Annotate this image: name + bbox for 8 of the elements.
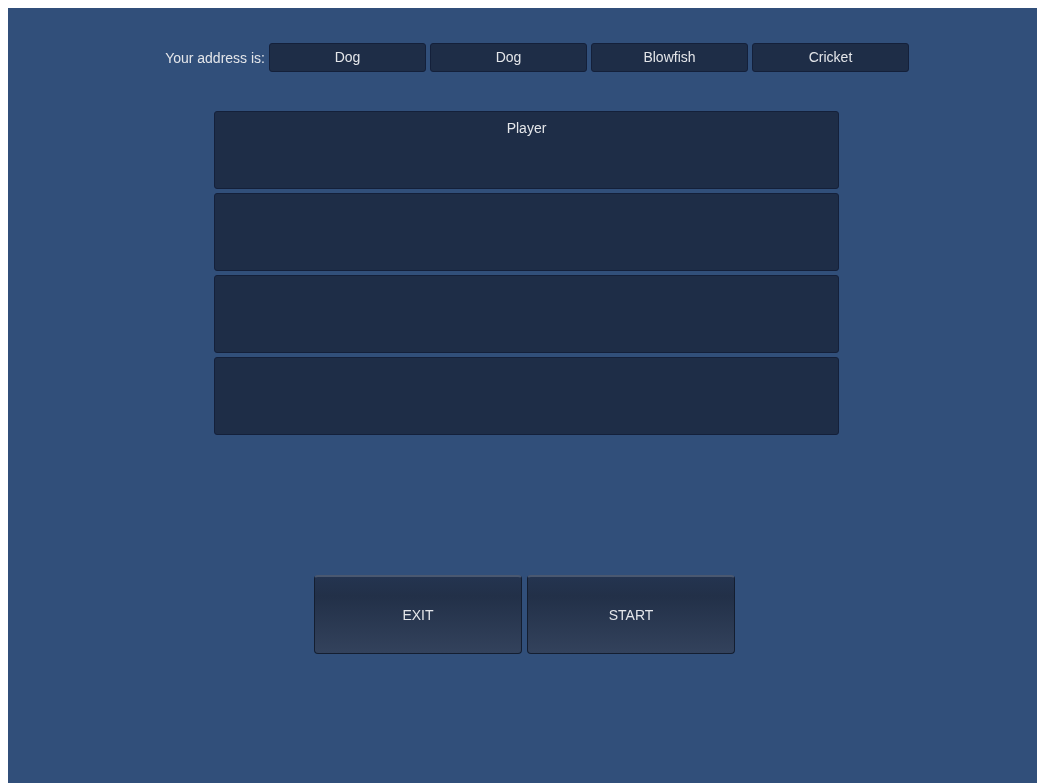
address-word: Dog [269, 43, 426, 72]
menu-button[interactable]: EXIT [314, 575, 522, 654]
address-word: Dog [430, 43, 587, 72]
address-label: Your address is: [164, 49, 265, 66]
menu-button[interactable]: START [527, 575, 735, 654]
address-word: Cricket [752, 43, 909, 72]
player-slot: Player [214, 111, 839, 189]
address-word: Blowfish [591, 43, 748, 72]
